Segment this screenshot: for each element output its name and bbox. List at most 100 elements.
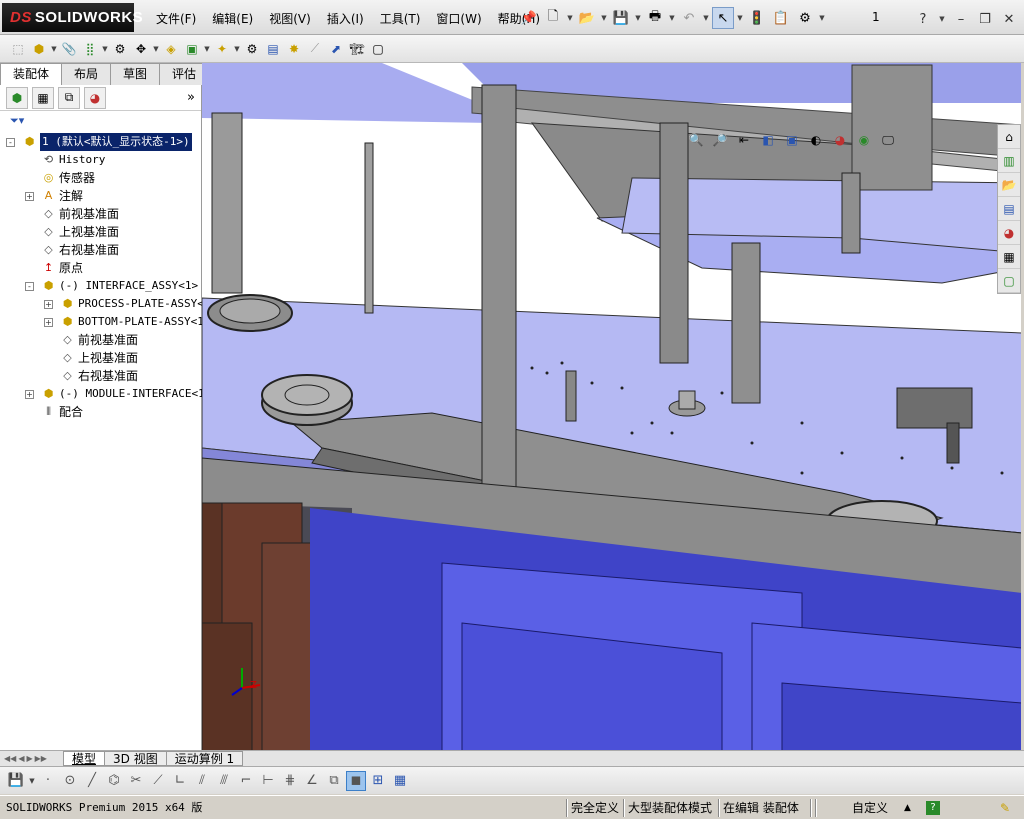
help-icon[interactable]: ?: [914, 10, 932, 28]
tree-item[interactable]: ◇ 上视基准面: [0, 223, 201, 241]
expand-icon[interactable]: +: [44, 318, 53, 327]
tree-item[interactable]: ⟲ History: [0, 151, 201, 169]
chevron-down-icon[interactable]: ▼: [50, 38, 58, 60]
mate-icon[interactable]: 📎: [59, 39, 79, 59]
minimize-button[interactable]: –: [952, 10, 970, 28]
select-icon[interactable]: ↖: [712, 7, 734, 29]
tree-item[interactable]: - ⬢ (-) INTERFACE_ASSY<1> (默认: [0, 277, 233, 295]
property-manager-icon[interactable]: ▦: [32, 86, 54, 109]
mirror-icon[interactable]: ⫻: [214, 771, 234, 791]
tree-item[interactable]: ◇ 前视基准面: [0, 331, 201, 349]
tree-item[interactable]: ↥ 原点: [0, 259, 201, 277]
chevron-down-icon[interactable]: ▼: [600, 7, 608, 29]
insert-component-icon[interactable]: ⬢: [29, 39, 49, 59]
extend-icon[interactable]: ⟋: [148, 771, 168, 791]
move-component-icon[interactable]: ✥: [131, 39, 151, 59]
tree-item[interactable]: ◎ 传感器: [0, 169, 201, 187]
help-icon[interactable]: ?: [926, 801, 940, 815]
collapse-icon[interactable]: -: [25, 282, 34, 291]
menu-window[interactable]: 窗口(W): [428, 10, 489, 28]
next-arrow-icon[interactable]: ▶: [26, 754, 32, 763]
design-library-icon[interactable]: ▥: [998, 149, 1020, 173]
rebuild-status-icon[interactable]: ✎: [1000, 799, 1010, 817]
graphics-area[interactable]: Z 🔍 🔎 ⇤ ◧ ▣ ◐ ◕ ◉ 🖵 ◧ ◨ — ❐ ✕: [202, 63, 1022, 751]
chevron-down-icon[interactable]: ▼: [28, 770, 36, 792]
unit-system[interactable]: 自定义: [852, 799, 888, 817]
options-icon[interactable]: ⚙: [794, 7, 816, 29]
chevron-up-icon[interactable]: ▲: [904, 799, 911, 817]
exploded-view-icon[interactable]: ✸: [284, 39, 304, 59]
large-assembly-mode[interactable]: 大型装配体模式: [628, 799, 712, 817]
tab-navigation[interactable]: ◀◀ ◀ ▶ ▶▶: [0, 754, 64, 763]
zoom-to-fit-icon[interactable]: 🔍: [687, 131, 705, 149]
expand-icon[interactable]: +: [25, 390, 34, 399]
previous-view-icon[interactable]: ⇤: [735, 131, 753, 149]
menu-file[interactable]: 文件(F): [148, 10, 204, 28]
chevron-down-icon[interactable]: ▼: [101, 38, 109, 60]
tree-item[interactable]: ◇ 前视基准面: [0, 205, 201, 223]
tree-item[interactable]: ◇ 右视基准面: [0, 241, 201, 259]
fillet-icon[interactable]: ∟: [170, 771, 190, 791]
display-style-icon[interactable]: ◐: [807, 131, 825, 149]
configuration-manager-icon[interactable]: ⧉: [58, 86, 80, 109]
tree-item[interactable]: + ⬢ PROCESS-PLATE-ASSY<1> (: [0, 295, 230, 313]
save-icon[interactable]: 💾: [6, 771, 26, 791]
prev-arrow-icon[interactable]: ◀: [18, 754, 24, 763]
update-speedpak-icon[interactable]: 🏗: [347, 39, 367, 59]
menu-tools[interactable]: 工具(T): [372, 10, 429, 28]
chevron-down-icon[interactable]: ▼: [736, 7, 744, 29]
linear-pattern-icon[interactable]: ⣿: [80, 39, 100, 59]
expand-icon[interactable]: +: [25, 192, 34, 201]
instant3d-icon[interactable]: ⬈: [326, 39, 346, 59]
chevron-down-icon[interactable]: ▼: [203, 38, 211, 60]
rebuild-icon[interactable]: 🚦: [746, 7, 768, 29]
custom-properties-icon[interactable]: ▦: [998, 245, 1020, 269]
first-arrow-icon[interactable]: ◀◀: [4, 754, 16, 763]
expand-icon[interactable]: +: [44, 300, 53, 309]
pin-icon[interactable]: 📌: [518, 7, 540, 29]
view-orientation-icon[interactable]: ▣: [783, 131, 801, 149]
chevron-down-icon[interactable]: ▼: [702, 7, 710, 29]
file-explorer-icon[interactable]: 📂: [998, 173, 1020, 197]
tab-3d-view[interactable]: 3D 视图: [104, 751, 167, 766]
new-document-icon[interactable]: 🗋: [542, 7, 564, 29]
chevron-down-icon[interactable]: ▼: [152, 38, 160, 60]
print-icon[interactable]: 🖶: [644, 7, 666, 29]
bill-of-materials-icon[interactable]: ▤: [263, 39, 283, 59]
forum-icon[interactable]: ▢: [998, 269, 1020, 293]
tree-item[interactable]: - ⬢ 1 (默认<默认_显示状态-1>): [0, 133, 201, 151]
expand-chevron-icon[interactable]: »: [187, 90, 195, 105]
display-pane-icon[interactable]: ⊞: [368, 771, 388, 791]
menu-view[interactable]: 视图(V): [261, 10, 319, 28]
tree-item[interactable]: ◇ 上视基准面: [0, 349, 201, 367]
tree-item[interactable]: ◇ 右视基准面: [0, 367, 201, 385]
angle-icon[interactable]: ∠: [302, 771, 322, 791]
tree-item[interactable]: ⫴ 配合: [0, 403, 201, 421]
explode-line-icon[interactable]: ⟋: [305, 39, 325, 59]
polygon-icon[interactable]: ⌬: [104, 771, 124, 791]
circle-icon[interactable]: ⊙: [60, 771, 80, 791]
3d-box-icon[interactable]: ⧉: [324, 771, 344, 791]
edit-component-icon[interactable]: ⬚: [8, 39, 28, 59]
grid-icon[interactable]: ⋕: [280, 771, 300, 791]
tree-item[interactable]: + A 注解: [0, 187, 201, 205]
solidworks-logo[interactable]: DS SOLIDWORKS: [2, 3, 143, 32]
tab-motion-study[interactable]: 运动算例 1: [165, 751, 244, 766]
chevron-down-icon[interactable]: ▼: [938, 8, 946, 30]
appearance-icon[interactable]: ◕: [831, 131, 849, 149]
zoom-area-icon[interactable]: 🔎: [711, 131, 729, 149]
chevron-down-icon[interactable]: ▼: [233, 38, 241, 60]
restore-button[interactable]: ❐: [976, 10, 994, 28]
new-motion-study-icon[interactable]: ⚙: [242, 39, 262, 59]
smart-dimension-icon[interactable]: ⊢: [258, 771, 278, 791]
show-hidden-icon[interactable]: ◈: [161, 39, 181, 59]
undo-icon[interactable]: ↶: [678, 7, 700, 29]
point-icon[interactable]: ·: [38, 771, 58, 791]
feature-manager-icon[interactable]: ⬢: [6, 86, 28, 109]
line-icon[interactable]: ╱: [82, 771, 102, 791]
tab-model[interactable]: 模型: [63, 751, 106, 766]
tree-item[interactable]: + ⬢ (-) MODULE-INTERFACE<1> (默: [0, 385, 236, 403]
view-palette-icon[interactable]: ▤: [998, 197, 1020, 221]
trim-icon[interactable]: ✂: [126, 771, 146, 791]
appearances-icon[interactable]: ◕: [998, 221, 1020, 245]
